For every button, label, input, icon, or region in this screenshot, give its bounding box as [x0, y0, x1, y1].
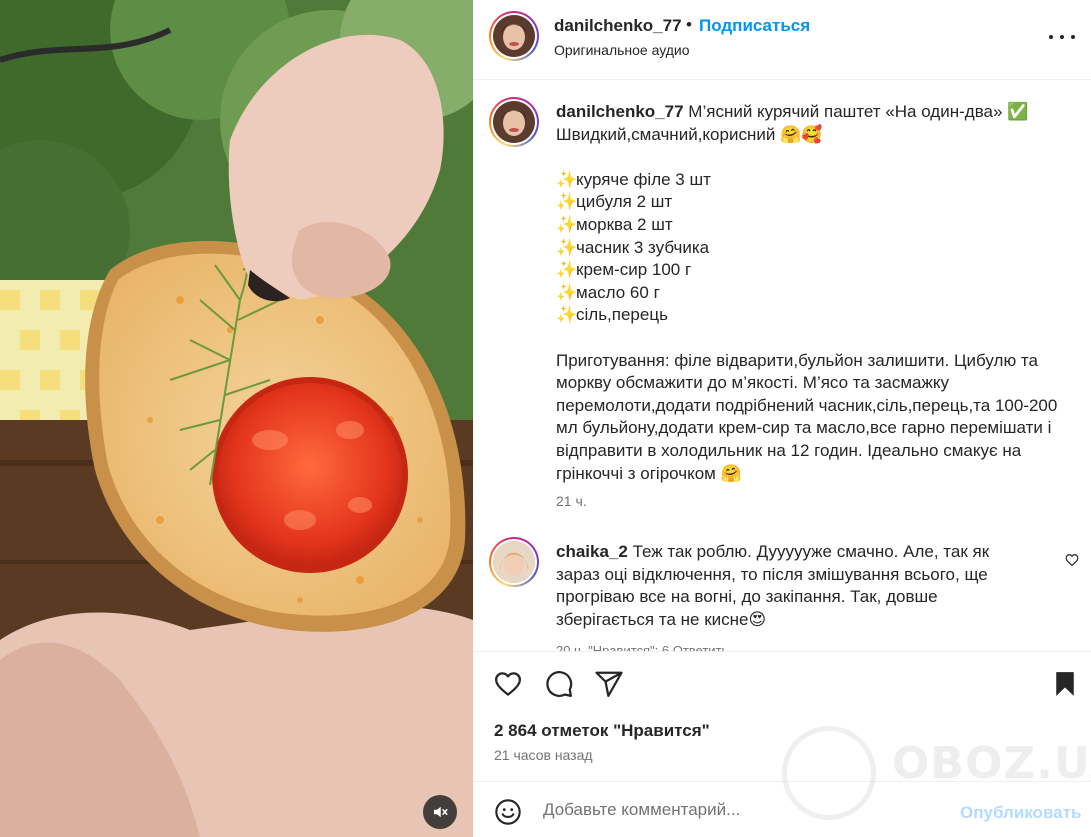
post-media[interactable]: [0, 0, 473, 837]
sparkles-icon: ✨: [556, 214, 578, 234]
ingredient-item: ✨масло 60 г: [556, 282, 1066, 305]
post-header: danilchenko_77 • Подписаться Оригинально…: [473, 0, 1091, 80]
caption-method: Приготування: філе відварити,бульйон зал…: [556, 350, 1058, 483]
sparkles-icon: ✨: [556, 237, 578, 257]
sparkles-icon: ✨: [556, 169, 578, 189]
ingredient-item: ✨сіль,перець: [556, 304, 1066, 327]
separator-dot: •: [686, 15, 692, 34]
heart-icon: [1065, 554, 1079, 567]
smiley-icon: [495, 799, 521, 825]
sparkles-icon: ✨: [556, 282, 578, 302]
avatar-image: [493, 101, 535, 143]
ingredient-item: ✨часник 3 зубчика: [556, 237, 1066, 260]
comment-meta[interactable]: 20 ч. "Нравится": 6 Ответить: [556, 643, 728, 651]
post-time[interactable]: 21 часов назад: [494, 747, 593, 763]
mute-button[interactable]: [423, 795, 457, 829]
comment-composer: Опубликовать: [473, 781, 1091, 837]
caption-avatar[interactable]: [489, 97, 539, 147]
post-panel: danilchenko_77 • Подписаться Оригинально…: [473, 0, 1091, 837]
like-button[interactable]: [493, 669, 523, 704]
more-options-button[interactable]: [1049, 27, 1075, 47]
comment-like-button[interactable]: [1065, 553, 1079, 572]
comment-input[interactable]: [543, 800, 943, 820]
sparkles-icon: ✨: [556, 305, 578, 325]
save-button[interactable]: [1050, 669, 1080, 704]
bookmark-icon: [1056, 672, 1074, 696]
follow-button[interactable]: Подписаться: [699, 16, 810, 36]
author-avatar[interactable]: [489, 11, 539, 61]
ingredient-item: ✨куряче філе 3 шт: [556, 169, 1066, 192]
comment-text: chaika_2 Теж так роблю. Дуууууже смачно.…: [556, 541, 1026, 631]
paper-plane-icon: [595, 671, 623, 697]
ingredient-list: ✨куряче філе 3 шт ✨цибуля 2 шт ✨морква 2…: [556, 169, 1066, 327]
caption-timestamp[interactable]: 21 ч.: [556, 493, 587, 509]
sparkles-icon: ✨: [556, 192, 578, 212]
caption-text: danilchenko_77 М’ясний курячий паштет «Н…: [556, 101, 1066, 485]
comment-bubble-icon: [546, 671, 573, 698]
ingredient-item: ✨крем-сир 100 г: [556, 259, 1066, 282]
action-bar: 2 864 отметок "Нравится" 21 часов назад: [473, 651, 1091, 781]
commenter-username[interactable]: chaika_2: [556, 542, 628, 561]
caption-subtitle: Швидкий,смачний,корисний 🤗🥰: [556, 124, 823, 144]
sparkles-icon: ✨: [556, 260, 578, 280]
emoji-button[interactable]: [494, 798, 522, 831]
avatar-image: [493, 541, 535, 583]
heart-icon: [495, 672, 521, 696]
caption-title: М’ясний курячий паштет «На один-два» ✅: [688, 102, 1029, 121]
comment-button[interactable]: [544, 669, 574, 704]
likes-count[interactable]: 2 864 отметок "Нравится": [494, 721, 710, 741]
audio-label[interactable]: Оригинальное аудио: [554, 42, 690, 58]
author-username[interactable]: danilchenko_77: [554, 16, 682, 36]
speaker-muted-icon: [434, 806, 448, 818]
commenter-avatar[interactable]: [489, 537, 539, 587]
food-photo: [0, 0, 473, 837]
comments-list[interactable]: danilchenko_77 М’ясний курячий паштет «Н…: [473, 81, 1091, 651]
avatar-image: [493, 15, 535, 57]
more-horizontal-icon: [1049, 35, 1053, 39]
caption-username[interactable]: danilchenko_77: [556, 102, 684, 121]
ingredient-item: ✨морква 2 шт: [556, 214, 1066, 237]
share-button[interactable]: [594, 669, 624, 704]
publish-button[interactable]: Опубликовать: [960, 803, 1081, 823]
ingredient-item: ✨цибуля 2 шт: [556, 191, 1066, 214]
